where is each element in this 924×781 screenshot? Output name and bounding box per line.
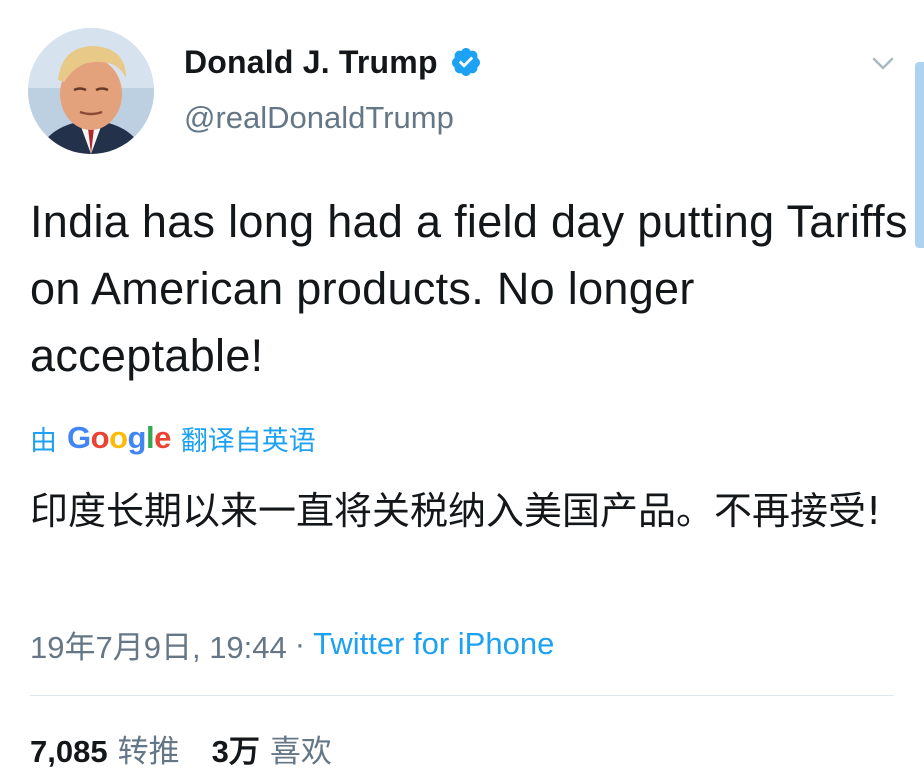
translation-prefix: 由 [30, 425, 57, 456]
verified-badge-icon [451, 48, 480, 76]
tweet-text: India has long had a field day putting T… [30, 196, 908, 381]
scrollbar[interactable] [915, 62, 924, 248]
translation-attribution[interactable]: 由 Google 翻译自英语 [30, 418, 316, 458]
divider [30, 695, 894, 696]
likes-label: 喜欢 [269, 733, 332, 769]
author-handle[interactable]: @realDonaldTrump [184, 100, 454, 136]
tweet-source-link[interactable]: Twitter for iPhone [313, 626, 554, 662]
google-logo: Google [67, 420, 171, 455]
likes-stat[interactable]: 3万 喜欢 [212, 726, 332, 771]
translation-suffix: 翻译自英语 [180, 425, 316, 456]
retweets-stat[interactable]: 7,085 转推 [30, 726, 180, 771]
author-display-name[interactable]: Donald J. Trump [184, 44, 438, 81]
meta-separator: · [294, 626, 306, 661]
translated-text: 印度长期以来一直将关税纳入美国产品。不再接受! [30, 489, 882, 533]
retweets-count: 7,085 [30, 733, 108, 769]
tweet-stats: 7,085 转推 3万 喜欢 [30, 726, 332, 770]
avatar-photo-icon [28, 28, 154, 154]
author-row: Donald J. Trump [184, 38, 482, 86]
avatar[interactable] [28, 28, 154, 154]
chevron-down-icon[interactable] [868, 48, 898, 78]
tweet-timestamp[interactable]: 19年7月9日, 19:44 [30, 622, 287, 667]
tweet-meta: 19年7月9日, 19:44 · Twitter for iPhone [30, 622, 554, 666]
likes-count: 3万 [211, 733, 260, 769]
retweets-label: 转推 [117, 733, 180, 769]
